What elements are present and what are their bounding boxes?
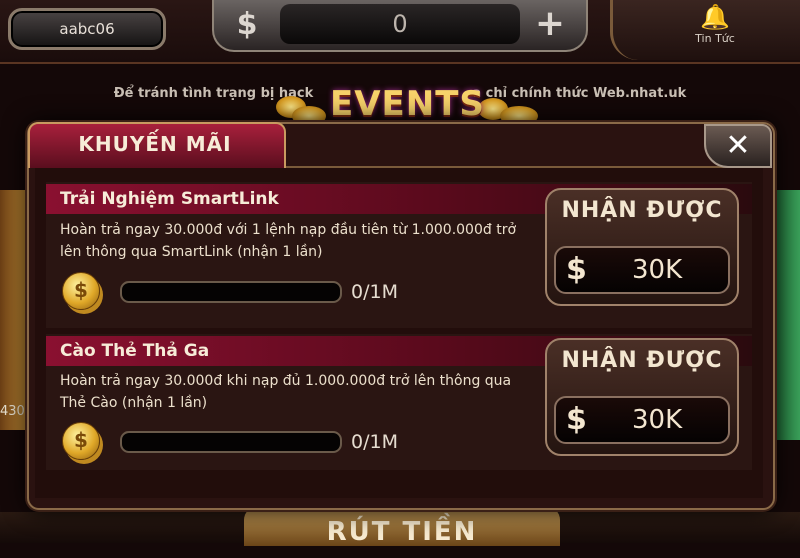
close-button[interactable]: ✕ [704, 124, 772, 168]
promo-description-line: Hoàn trả ngay 30.000đ khi nạp đủ 1.000.0… [60, 373, 512, 389]
coin-balance-value: 0 [280, 4, 520, 44]
progress-text: 0/1M [351, 281, 398, 303]
promo-description: Hoàn trả ngay 30.000đ với 1 lệnh nạp đầu… [60, 219, 550, 263]
progress-bar [120, 431, 342, 453]
notice-right: a chỉ chính thức Web.nhat.uk [472, 86, 687, 101]
promo-description-line: Hoàn trả ngay 30.000đ với 1 lệnh nạp đầu… [60, 222, 517, 238]
username-pill[interactable]: aabc06 [8, 8, 166, 50]
promo-title: Cào Thẻ Thả Ga [60, 341, 210, 361]
coin-icon: $ [62, 422, 100, 460]
modal-title: KHUYẾN MÃI [78, 132, 232, 156]
events-logo: EVENTS [330, 84, 485, 124]
dollar-icon: $ [566, 402, 587, 437]
username-label: aabc06 [59, 20, 115, 38]
claim-label: NHẬN ĐƯỢC [561, 348, 723, 373]
add-coin-button[interactable]: + [528, 6, 572, 44]
bell-icon: 🔔 [700, 3, 730, 31]
left-tile-number: 430 [0, 404, 25, 419]
progress-bar [120, 281, 342, 303]
dollar-icon: $ [236, 7, 258, 42]
promo-description: Hoàn trả ngay 30.000đ khi nạp đủ 1.000.0… [60, 370, 550, 414]
claim-button[interactable]: NHẬN ĐƯỢC $ 30K [545, 188, 739, 306]
promo-description-line: lên thông qua SmartLink (nhận 1 lần) [60, 244, 323, 260]
claim-button[interactable]: NHẬN ĐƯỢC $ 30K [545, 338, 739, 456]
reward-value-box: $ 30K [554, 396, 730, 444]
progress-text: 0/1M [351, 431, 398, 453]
left-game-tile[interactable] [0, 190, 30, 430]
dollar-icon: $ [566, 252, 587, 287]
reward-value-box: $ 30K [554, 246, 730, 294]
promo-title: Trải Nghiệm SmartLink [60, 189, 279, 209]
news-button[interactable]: 🔔 Tin Tức [682, 2, 748, 58]
promo-description-line: Thẻ Cào (nhận 1 lần) [60, 395, 208, 411]
news-label: Tin Tức [695, 32, 735, 45]
reward-amount: 30K [632, 405, 683, 435]
coin-icon: $ [62, 272, 100, 310]
withdraw-button[interactable]: RÚT TIỀN [244, 506, 560, 547]
claim-label: NHẬN ĐƯỢC [561, 198, 723, 223]
reward-amount: 30K [632, 255, 683, 285]
